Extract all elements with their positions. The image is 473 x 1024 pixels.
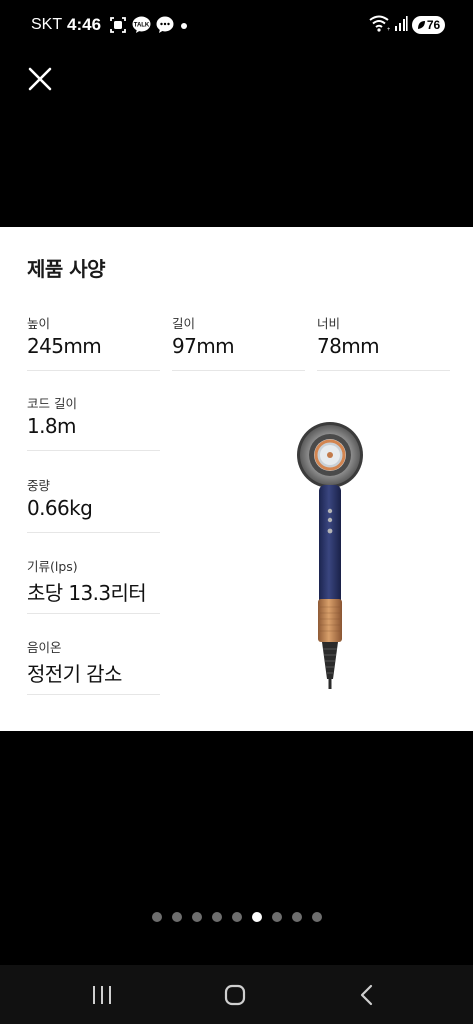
spec-cord-length: 코드 길이 1.8m	[27, 393, 160, 451]
spec-value: 245mm	[27, 334, 102, 358]
spec-label: 중량	[27, 478, 51, 493]
leaf-icon	[417, 21, 425, 29]
spec-title: 제품 사양	[27, 257, 106, 281]
home-icon	[224, 984, 246, 1006]
hair-dryer-image	[297, 422, 363, 689]
spec-value: 78mm	[317, 334, 380, 358]
spec-value: 정전기 감소	[27, 662, 122, 686]
spec-value: 초당 13.3리터	[27, 581, 147, 605]
recent-apps-icon	[93, 986, 111, 1004]
back-icon	[360, 984, 373, 1006]
svg-text:+: +	[387, 27, 390, 32]
spec-ionic: 음이온 정전기 감소	[27, 637, 160, 695]
page-dot[interactable]	[311, 912, 322, 922]
wifi-icon: +	[368, 14, 391, 36]
page-dot[interactable]	[271, 912, 282, 922]
clock: 4:46	[67, 15, 102, 34]
spec-label: 코드 길이	[27, 396, 77, 411]
spec-airflow: 기류(lps) 초당 13.3리터	[27, 556, 160, 614]
page-dot[interactable]	[231, 912, 242, 922]
system-status-icons: + 76	[368, 15, 445, 35]
home-button[interactable]	[222, 982, 248, 1008]
status-bar: SKT 4:46 TALK + 76	[0, 0, 473, 50]
carrier-label: SKT	[31, 16, 63, 33]
spec-label: 너비	[317, 316, 341, 331]
spec-label: 기류(lps)	[27, 559, 78, 574]
page-dot[interactable]	[151, 912, 162, 922]
spec-value: 0.66kg	[27, 496, 93, 520]
message-bubble-icon	[156, 16, 174, 34]
spec-width: 너비 78mm	[317, 313, 450, 371]
spec-weight: 중량 0.66kg	[27, 475, 160, 533]
page-dot[interactable]	[171, 912, 182, 922]
spec-value: 97mm	[172, 334, 235, 358]
back-button[interactable]	[355, 982, 381, 1008]
kakao-badge-text: TALK	[134, 23, 150, 29]
gallery-icon	[109, 16, 127, 34]
signal-icon	[394, 14, 408, 36]
spec-value: 1.8m	[27, 414, 76, 438]
close-button[interactable]	[24, 63, 56, 95]
page-dot[interactable]	[291, 912, 302, 922]
navigation-bar	[0, 965, 473, 1024]
dot-icon	[179, 16, 189, 34]
kakaotalk-icon: TALK	[132, 16, 151, 34]
product-spec-image: 제품 사양 높이 245mm 길이 97mm 너비 78mm 코드 길이 1.8…	[0, 227, 473, 731]
notification-icons: TALK	[109, 16, 189, 34]
spec-length: 길이 97mm	[172, 313, 305, 371]
spec-label: 길이	[172, 316, 196, 331]
close-icon	[28, 67, 52, 91]
battery-level: 76	[426, 18, 441, 32]
battery-icon: 76	[412, 16, 445, 34]
recent-apps-button[interactable]	[89, 982, 115, 1008]
page-dot[interactable]	[251, 912, 262, 922]
page-indicator	[0, 912, 473, 922]
page-dot[interactable]	[211, 912, 222, 922]
spec-label: 음이온	[27, 640, 62, 655]
spec-height: 높이 245mm	[27, 313, 160, 371]
spec-label: 높이	[27, 316, 51, 331]
page-dot[interactable]	[191, 912, 202, 922]
